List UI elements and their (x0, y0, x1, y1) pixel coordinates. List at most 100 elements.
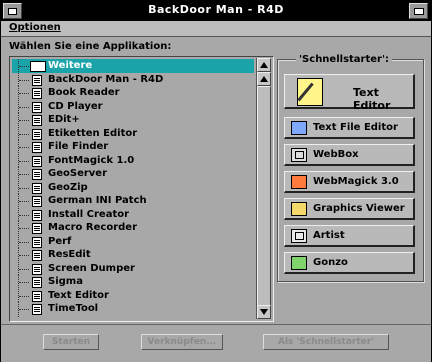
list-item[interactable]: GeoZip (12, 180, 254, 195)
launcher-window: BackDoor Man - R4D Optionen Wählen Sie e… (0, 0, 432, 362)
list-item[interactable]: Sigma (12, 275, 254, 289)
list-item[interactable]: TunePro (12, 315, 254, 319)
quick-button-text-file-editor[interactable]: Text File Editor (284, 117, 415, 139)
arrow-up-icon (260, 76, 268, 82)
quick-button-webmagick[interactable]: WebMagick 3.0 (284, 171, 415, 193)
document-icon (32, 128, 42, 140)
quick-button-label: WebBox (313, 149, 359, 160)
menu-bar: Optionen (1, 21, 431, 37)
document-icon (32, 182, 42, 194)
text-file-editor-icon (291, 121, 307, 135)
quick-button-label: Gonzo (313, 257, 348, 268)
list-item-label: Book Reader (48, 87, 120, 98)
tree-connector (18, 126, 33, 140)
tree-connector (18, 248, 33, 261)
quickstart-legend: 'Schnellstarter': (296, 54, 393, 65)
list-item[interactable]: Perf (12, 234, 254, 249)
list-item[interactable]: Weitere (12, 59, 254, 73)
quick-button-label: WebMagick 3.0 (313, 176, 399, 187)
tree-connector (18, 140, 33, 153)
title-bar[interactable]: BackDoor Man - R4D (1, 1, 431, 21)
tree-connector (18, 167, 33, 180)
menu-optionen[interactable]: Optionen (9, 22, 61, 33)
quick-button-webbox[interactable]: WebBox (284, 144, 415, 166)
document-icon (32, 304, 42, 315)
quick-button-graphics-viewer[interactable]: Graphics Viewer (284, 198, 415, 220)
webmagick-icon (291, 175, 307, 189)
quick-button-label: Graphics Viewer (313, 203, 405, 214)
quickstart-group: 'Schnellstarter': Text Editor Text File … (277, 54, 424, 282)
webbox-icon (291, 148, 307, 162)
arrow-down-icon (260, 309, 268, 315)
list-item-label: GeoZip (48, 181, 88, 193)
quick-button-gonzo[interactable]: Gonzo (284, 252, 415, 274)
graphics-viewer-icon (291, 202, 307, 216)
list-item-label: Macro Recorder (48, 222, 137, 233)
as-quickstart-button[interactable]: Als 'Schnellstarter' (263, 334, 389, 350)
list-item[interactable]: Text Editor (12, 288, 254, 303)
document-icon (32, 101, 42, 113)
list-item-label: Sigma (48, 276, 83, 287)
list-item-label: ResEdit (48, 249, 91, 260)
quick-button-label: Artist (313, 230, 345, 241)
list-item[interactable]: FontMagick 1.0 (12, 153, 254, 168)
list-item[interactable]: Macro Recorder (12, 221, 254, 235)
window-title: BackDoor Man - R4D (148, 3, 284, 16)
quick-button-text-editor[interactable]: Text Editor (284, 74, 415, 112)
arrow-up-icon (260, 62, 268, 68)
list-item[interactable]: EDit+ (12, 113, 254, 127)
document-icon (32, 263, 42, 275)
list-item-label: Etiketten Editor (48, 127, 138, 139)
list-item[interactable]: German INI Patch (12, 194, 254, 208)
scroll-up-button[interactable] (257, 58, 271, 72)
scroll-down-button[interactable] (257, 305, 271, 319)
tree-connector (18, 99, 33, 113)
document-icon (32, 88, 42, 99)
artist-icon (291, 229, 307, 243)
list-scrollbar[interactable] (256, 58, 271, 319)
document-icon (32, 290, 42, 302)
list-item[interactable]: Book Reader (12, 86, 254, 100)
list-item[interactable]: Install Creator (12, 207, 254, 222)
list-item-label: German INI Patch (48, 195, 147, 206)
list-item[interactable]: BackDoor Man - R4D (12, 72, 254, 87)
gonzo-icon (291, 256, 307, 270)
tree-connector (18, 194, 33, 207)
application-list[interactable]: Weitere BackDoor Man - R4D Book Reader CD P… (12, 59, 254, 318)
application-list-frame: Weitere BackDoor Man - R4D Book Reader CD P… (9, 56, 274, 322)
list-item[interactable]: File Finder (12, 140, 254, 154)
tree-connector (18, 113, 33, 126)
minimize-button[interactable] (409, 3, 428, 19)
tree-connector (18, 207, 33, 221)
start-button[interactable]: Starten (43, 334, 99, 350)
tree-connector (18, 302, 33, 315)
list-item-label: Text Editor (48, 289, 109, 301)
document-icon (32, 74, 42, 86)
tree-connector (18, 153, 33, 167)
tree-connector (18, 234, 33, 248)
tree-connector (18, 72, 33, 86)
list-item[interactable]: TimeTool (12, 302, 254, 316)
list-item[interactable]: CD Player (12, 99, 254, 114)
list-item-label: EDit+ (48, 114, 80, 125)
list-item-label: CD Player (48, 100, 103, 112)
quick-button-artist[interactable]: Artist (284, 225, 415, 247)
document-icon (32, 250, 42, 261)
tree-connector (18, 86, 33, 99)
list-item[interactable]: Etiketten Editor (12, 126, 254, 141)
minimize-icon (414, 8, 424, 15)
list-item-label: TunePro (48, 316, 94, 319)
list-item-label: Screen Dumper (48, 262, 135, 274)
scroll-thumb[interactable] (257, 86, 271, 317)
list-item[interactable]: ResEdit (12, 248, 254, 262)
list-item[interactable]: Screen Dumper (12, 261, 254, 276)
scroll-up-step-button[interactable] (257, 72, 271, 86)
list-item-label: TimeTool (48, 303, 99, 314)
document-icon (32, 209, 42, 221)
list-item-label: GeoServer (48, 168, 108, 179)
tree-connector (18, 288, 33, 302)
document-icon (32, 115, 42, 126)
link-button[interactable]: Verknüpfen... (141, 334, 223, 350)
list-item[interactable]: GeoServer (12, 167, 254, 181)
quick-button-label: Text File Editor (313, 122, 398, 133)
